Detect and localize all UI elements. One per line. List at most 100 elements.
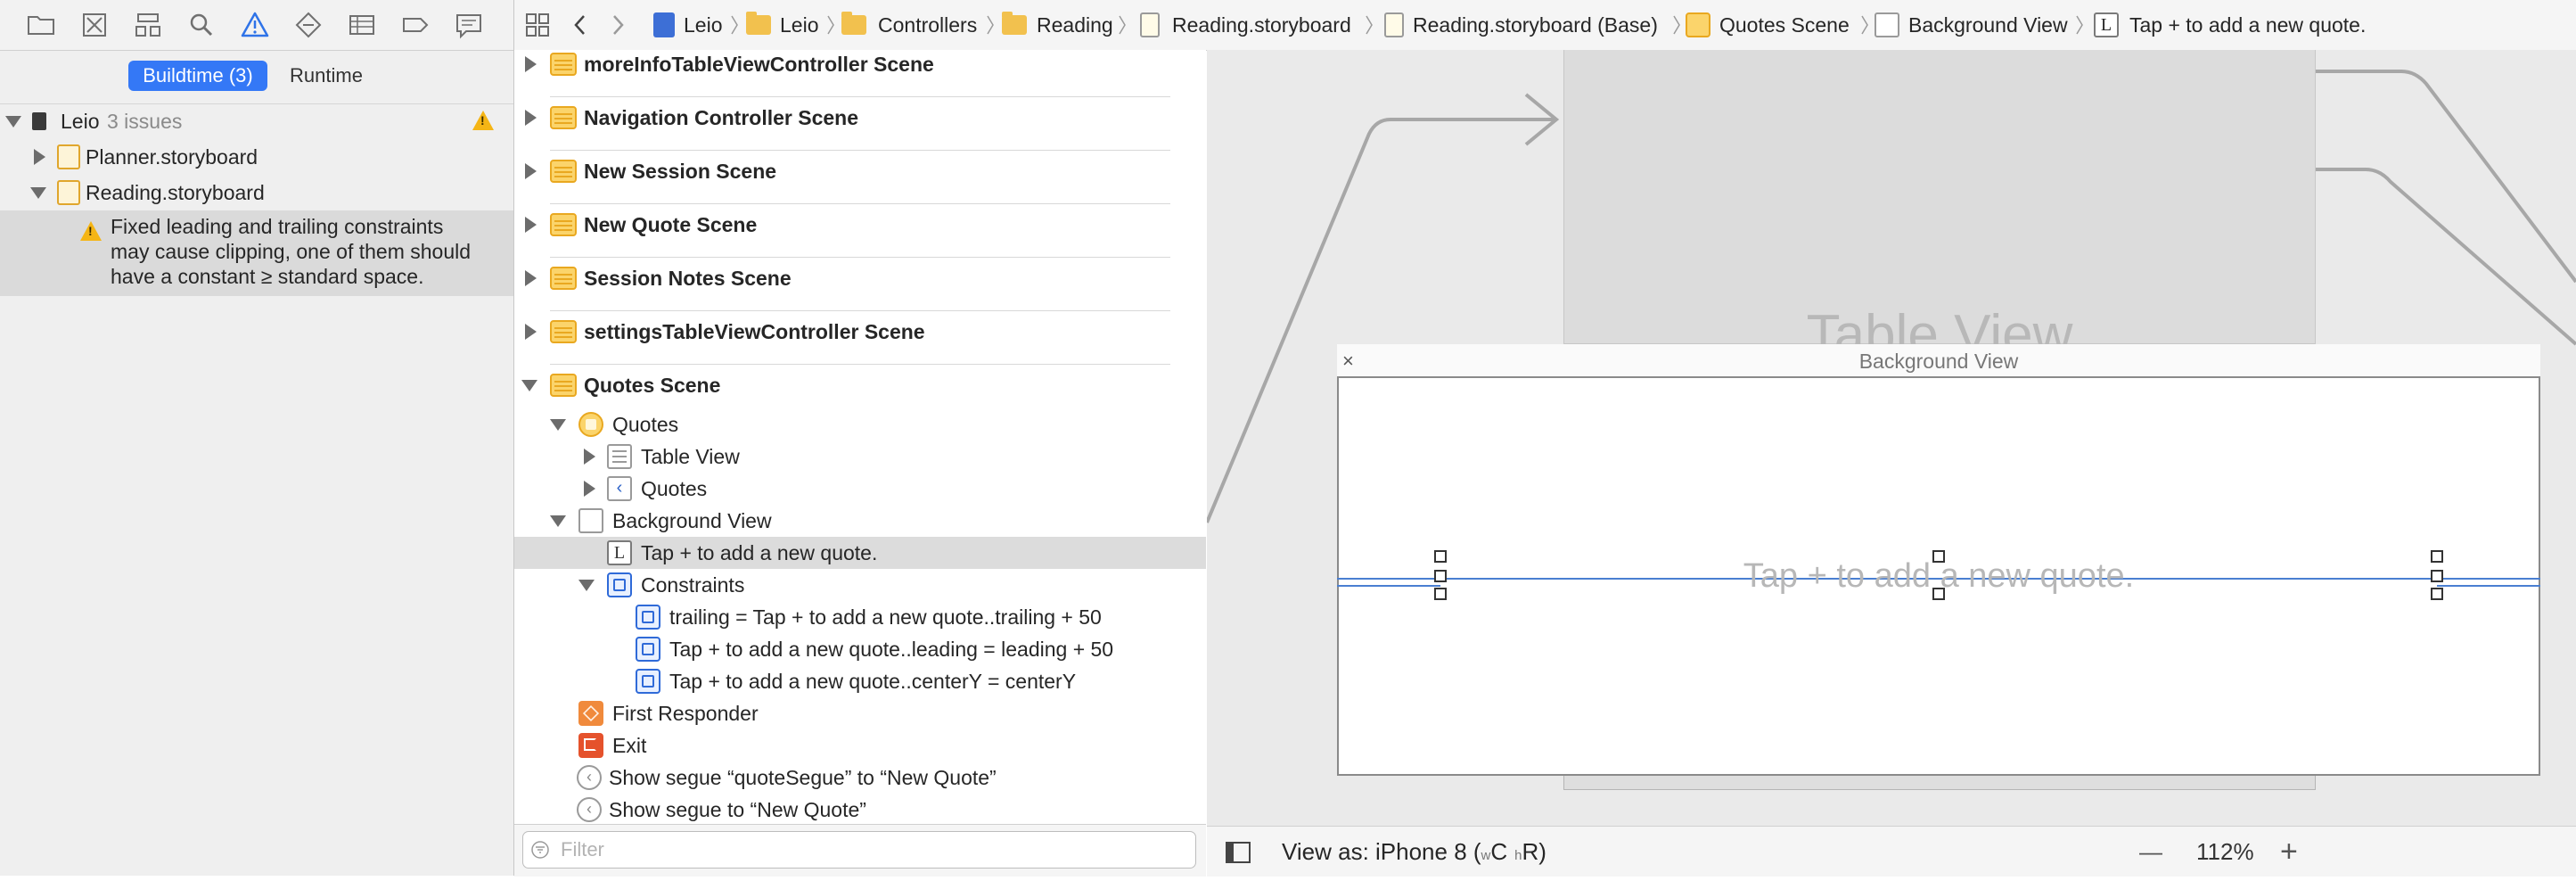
disclosure-expanded-icon[interactable]	[550, 515, 566, 527]
file-row-planner[interactable]: Planner.storyboard	[0, 139, 513, 175]
resize-handle[interactable]	[1434, 550, 1447, 563]
resize-handle[interactable]	[2431, 570, 2443, 582]
outline-vc-row[interactable]: Quotes	[514, 408, 1206, 440]
disclosure-collapsed-icon[interactable]	[525, 56, 537, 72]
item-name: Table View	[641, 445, 740, 468]
disclosure-collapsed-icon[interactable]	[584, 481, 595, 497]
document-outline-toggle-icon[interactable]	[1225, 841, 1251, 864]
hierarchy-icon[interactable]	[132, 9, 164, 41]
zoom-out-button[interactable]: —	[2139, 827, 2162, 877]
scene-icon	[550, 320, 577, 343]
path-item[interactable]: Reading.storyboard (Base)	[1413, 0, 1658, 50]
disclosure-expanded-icon[interactable]	[578, 580, 595, 591]
resize-handle[interactable]	[2431, 550, 2443, 563]
disclosure-expanded-icon[interactable]	[5, 116, 21, 128]
scene-name: Quotes Scene	[584, 374, 721, 397]
disclosure-collapsed-icon[interactable]	[525, 217, 537, 233]
outline-scene-row[interactable]: Navigation Controller Scene	[514, 102, 1206, 134]
storyboard-file-icon	[57, 144, 80, 169]
buildtime-tab[interactable]: Buildtime (3)	[128, 61, 267, 91]
navigation-item-icon: ‹	[607, 476, 632, 501]
outline-item-row[interactable]: ‹ Show segue “quoteSegue” to “New Quote”	[514, 762, 1206, 794]
view-as-device[interactable]: View as: iPhone 8 (wC hR)	[1282, 827, 1546, 881]
resize-handle[interactable]	[1434, 588, 1447, 600]
outline-item-row[interactable]: Exit	[514, 729, 1206, 762]
breakpoint-icon[interactable]	[399, 9, 431, 41]
scene-icon	[550, 213, 577, 236]
outline-scene-row[interactable]: moreInfoTableViewController Scene	[514, 48, 1206, 80]
warning-icon	[80, 221, 102, 241]
item-name: Quotes	[641, 477, 708, 500]
disclosure-expanded-icon[interactable]	[521, 380, 537, 391]
find-icon[interactable]	[185, 9, 217, 41]
buildtime-runtime-segmented-control: Buildtime (3) Runtime	[0, 50, 513, 104]
outline-item-row[interactable]: Table View	[514, 440, 1206, 473]
disclosure-collapsed-icon[interactable]	[525, 324, 537, 340]
path-item[interactable]: Quotes Scene	[1719, 0, 1850, 50]
outline-scene-row-quotes[interactable]: Quotes Scene	[514, 369, 1206, 401]
disclosure-collapsed-icon[interactable]	[525, 110, 537, 126]
table-view-icon	[607, 444, 632, 469]
outline-item-row[interactable]: First Responder	[514, 697, 1206, 729]
resize-handle[interactable]	[2431, 588, 2443, 600]
debug-icon[interactable]	[346, 9, 378, 41]
outline-scene-row[interactable]: New Quote Scene	[514, 209, 1206, 241]
forward-chevron-icon[interactable]	[609, 12, 627, 37]
path-item[interactable]: Leio	[780, 0, 818, 50]
issue-warning-icon[interactable]	[239, 9, 271, 41]
separator	[550, 364, 1170, 365]
related-items-grid-icon[interactable]	[525, 12, 550, 37]
disclosure-collapsed-icon[interactable]	[525, 163, 537, 179]
report-icon[interactable]	[453, 9, 485, 41]
disclosure-collapsed-icon[interactable]	[584, 449, 595, 465]
project-row[interactable]: Leio 3 issues	[0, 103, 513, 139]
outline-item-row[interactable]: trailing = Tap + to add a new quote..tra…	[514, 601, 1206, 633]
zoom-level: 112%	[2196, 838, 2254, 865]
resize-handle[interactable]	[1434, 570, 1447, 582]
disclosure-expanded-icon[interactable]	[30, 187, 46, 199]
outline-item-row[interactable]: Background View	[514, 505, 1206, 537]
outline-scene-row[interactable]: settingsTableViewController Scene	[514, 316, 1206, 348]
scene-icon	[550, 106, 577, 129]
folder-icon	[841, 12, 866, 35]
outline-item-row[interactable]: ‹ Show segue to “New Quote”	[514, 794, 1206, 826]
close-icon[interactable]: ×	[1342, 346, 1362, 376]
folder-icon[interactable]	[25, 9, 57, 41]
width-class: C	[1490, 838, 1508, 865]
path-item[interactable]: Controllers	[878, 0, 977, 50]
resize-handle[interactable]	[1932, 550, 1945, 563]
resize-handle[interactable]	[1932, 588, 1945, 600]
path-item[interactable]: Leio	[684, 0, 722, 50]
label-icon: L	[2094, 12, 2119, 37]
outline-item-row-selected[interactable]: L Tap + to add a new quote.	[514, 537, 1206, 569]
outline-item-row[interactable]: Constraints	[514, 569, 1206, 601]
view-icon	[1875, 12, 1899, 37]
filter-field[interactable]: Filter	[522, 831, 1196, 869]
path-item[interactable]: Background View	[1908, 0, 2068, 50]
segue-icon: ‹	[577, 765, 602, 790]
scene-icon	[550, 160, 577, 183]
disclosure-expanded-icon[interactable]	[550, 419, 566, 431]
issue-row[interactable]: Fixed leading and trailing constraints m…	[0, 210, 513, 296]
file-name: Planner.storyboard	[86, 145, 258, 169]
outline-item-row[interactable]: ‹ Quotes	[514, 473, 1206, 505]
outline-scene-row[interactable]: Session Notes Scene	[514, 262, 1206, 294]
outline-scene-row[interactable]: New Session Scene	[514, 155, 1206, 187]
folder-icon	[1002, 12, 1027, 35]
path-item[interactable]: Reading	[1037, 0, 1113, 50]
test-icon[interactable]	[292, 9, 324, 41]
disclosure-collapsed-icon[interactable]	[525, 270, 537, 286]
scene-name: Navigation Controller Scene	[584, 106, 859, 129]
disclosure-collapsed-icon[interactable]	[34, 149, 45, 165]
path-item[interactable]: Tap + to add a new quote.	[2129, 0, 2366, 50]
zoom-in-button[interactable]: +	[2280, 827, 2298, 877]
file-row-reading[interactable]: Reading.storyboard	[0, 175, 513, 210]
source-control-icon[interactable]	[78, 9, 111, 41]
path-item[interactable]: Reading.storyboard	[1172, 0, 1351, 50]
runtime-tab[interactable]: Runtime	[276, 61, 376, 91]
table-view-placeholder[interactable]	[1563, 50, 2316, 344]
outline-item-row[interactable]: Tap + to add a new quote..leading = lead…	[514, 633, 1206, 665]
constraint-icon	[636, 637, 660, 662]
back-chevron-icon[interactable]	[571, 12, 589, 37]
outline-item-row[interactable]: Tap + to add a new quote..centerY = cent…	[514, 665, 1206, 697]
